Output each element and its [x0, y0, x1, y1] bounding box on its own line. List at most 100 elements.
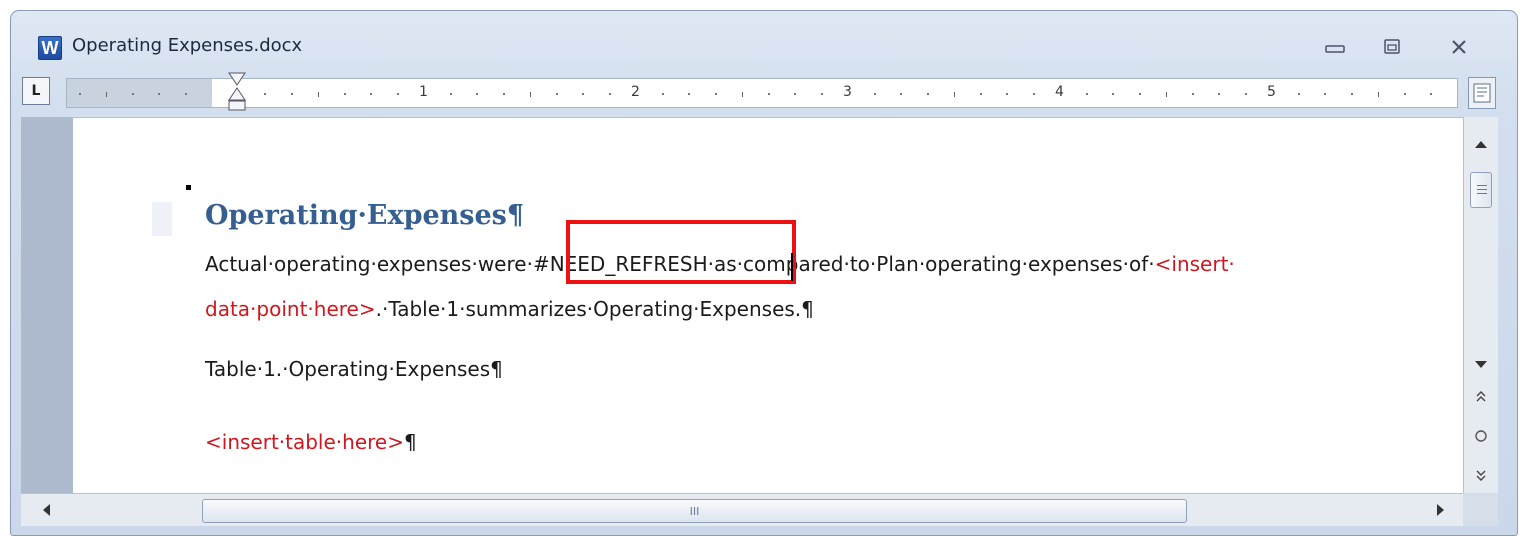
ruler-area: L 1 2 3 4 5 — [21, 72, 1498, 119]
vertical-scrollbar[interactable] — [1463, 117, 1498, 493]
ruler-tick — [318, 92, 319, 97]
restore-button[interactable] — [1372, 29, 1412, 65]
content-control-marker — [186, 185, 191, 190]
placeholder-text: data·point·here> — [205, 297, 376, 321]
double-arrow-up-icon — [1476, 391, 1486, 402]
placeholder-text: <insert· — [1154, 252, 1235, 276]
scroll-down-button[interactable] — [1464, 350, 1498, 380]
document-left-gutter — [21, 117, 73, 493]
window-title: Operating Expenses.docx — [72, 35, 303, 56]
ruler-tick — [502, 93, 505, 95]
ruler-number: 4 — [1055, 84, 1064, 100]
scroll-right-button[interactable] — [1426, 494, 1456, 526]
paragraph-text: Actual·operating·expenses·were· — [205, 252, 533, 276]
ruler-tick — [1324, 93, 1326, 95]
ruler-tick — [476, 93, 478, 95]
ruler-tick — [1350, 93, 1353, 95]
minimize-button[interactable] — [1315, 29, 1355, 65]
paragraph-line-2[interactable]: data·point·here>.·Table·1·summarizes·Ope… — [205, 297, 814, 321]
ruler-tick — [1430, 93, 1432, 95]
arrow-left-icon — [43, 504, 50, 516]
paragraph-line-1[interactable]: Actual·operating·expenses·were·#NEED_REF… — [205, 252, 1235, 276]
ruler-tick — [158, 93, 160, 95]
scroll-up-button[interactable] — [1464, 129, 1498, 159]
ruler-tick — [688, 93, 690, 95]
document-heading[interactable]: Operating·Expenses¶ — [205, 200, 524, 231]
horizontal-scroll-thumb[interactable]: III — [202, 499, 1187, 523]
ruler-tick — [1218, 93, 1220, 95]
paragraph-mark: ¶ — [403, 430, 417, 454]
ruler-tick — [1244, 93, 1247, 95]
horizontal-scrollbar[interactable]: III — [21, 493, 1463, 526]
ruler-tick — [1378, 92, 1379, 97]
text-cursor — [791, 253, 793, 281]
ruler-tick — [608, 93, 611, 95]
restore-icon — [1384, 39, 1400, 54]
ruler-tick — [1006, 93, 1008, 95]
ruler-number: 2 — [631, 84, 640, 100]
table-placeholder-text: <insert·table·here> — [205, 430, 404, 454]
browse-object-circle-icon — [1475, 430, 1487, 442]
minimize-icon — [1325, 45, 1345, 53]
table-caption[interactable]: Table·1.·Operating·Expenses¶ — [205, 357, 503, 381]
ruler-tick — [1138, 93, 1141, 95]
word-app-icon[interactable]: W — [38, 36, 62, 60]
ruler-tick — [264, 93, 266, 95]
paragraph-text: ·as·compared·to·Plan·operating·expenses·… — [707, 252, 1155, 276]
ruler-left-margin — [67, 79, 212, 107]
close-button[interactable] — [1439, 29, 1479, 65]
ruler-tick — [926, 93, 929, 95]
paragraph-text: .·Table·1·summarizes·Operating·Expenses.… — [375, 297, 814, 321]
ruler-tick — [1085, 93, 1088, 95]
arrow-down-icon — [1475, 361, 1487, 368]
arrow-up-icon — [1475, 141, 1487, 148]
ruler-number: 5 — [1267, 84, 1276, 100]
ruler-tick — [979, 93, 982, 95]
vertical-scroll-thumb[interactable] — [1470, 172, 1492, 208]
indent-marker-icon[interactable] — [227, 72, 247, 118]
ruler-tick — [449, 93, 452, 95]
ruler-tick — [954, 92, 955, 97]
ruler-tick — [1166, 92, 1167, 97]
ruler-number: 1 — [419, 84, 428, 100]
ruler-tick — [794, 93, 796, 95]
close-icon — [1452, 40, 1466, 54]
ruler-tick — [1112, 93, 1114, 95]
ruler-tick — [1032, 93, 1035, 95]
scrollbar-corner — [1463, 493, 1498, 526]
select-browse-object-button[interactable] — [1464, 421, 1498, 451]
heading-shade — [152, 202, 172, 236]
ruler-tick — [1403, 93, 1406, 95]
tab-selector-button[interactable]: L — [22, 77, 50, 105]
table-placeholder-paragraph[interactable]: <insert·table·here>¶ — [205, 430, 417, 454]
arrow-right-icon — [1437, 504, 1444, 516]
ruler-tick — [343, 93, 346, 95]
ruler-number: 3 — [843, 84, 852, 100]
ruler-tick — [290, 93, 293, 95]
ruler-tick — [1297, 93, 1300, 95]
next-page-button[interactable] — [1464, 460, 1498, 490]
ruler-tick — [661, 93, 664, 95]
ruler-tick — [820, 93, 823, 95]
view-ruler-button[interactable] — [1468, 77, 1496, 109]
ruler-tick — [873, 93, 876, 95]
ruler-tick — [131, 93, 134, 95]
scroll-left-button[interactable] — [31, 494, 61, 526]
scroll-grip: III — [689, 504, 700, 518]
ruler-tick — [106, 92, 107, 97]
double-arrow-down-icon — [1476, 470, 1486, 481]
ruler-tick — [714, 93, 717, 95]
ruler-tick — [184, 93, 187, 95]
ruler-tick — [767, 93, 770, 95]
ruler-tick — [78, 93, 81, 95]
field-value[interactable]: #NEED_REFRESH — [533, 252, 708, 276]
previous-page-button[interactable] — [1464, 382, 1498, 412]
view-ruler-icon — [1473, 83, 1491, 103]
horizontal-ruler[interactable]: 1 2 3 4 5 — [66, 78, 1458, 108]
ruler-tick — [582, 93, 584, 95]
ruler-tick — [530, 92, 531, 97]
ruler-tick — [555, 93, 558, 95]
ruler-tick — [370, 93, 372, 95]
ruler-tick — [900, 93, 902, 95]
ruler-tick — [396, 93, 399, 95]
